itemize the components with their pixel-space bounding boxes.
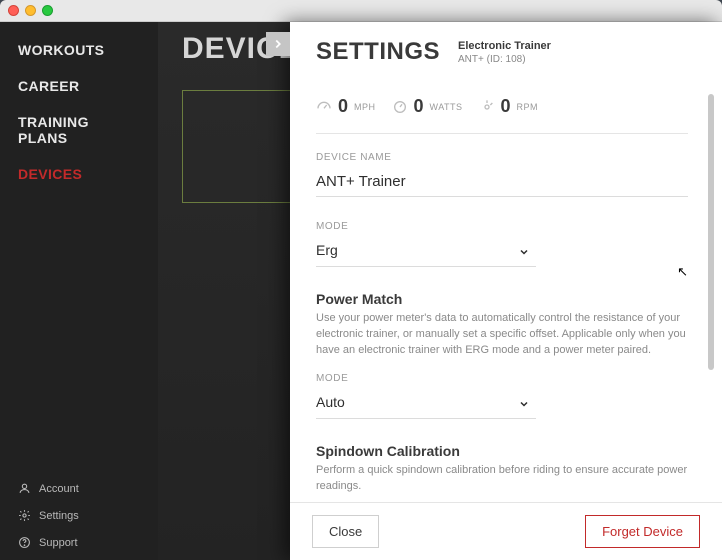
nav-career[interactable]: CAREER (0, 68, 158, 104)
user-icon (18, 482, 31, 495)
stat-value: 0 (338, 96, 348, 117)
panel-subtitle: Electronic Trainer (458, 39, 551, 54)
mode-select[interactable]: Erg (316, 236, 536, 267)
power-icon (392, 99, 408, 115)
sidebar-footer-settings[interactable]: Settings (0, 502, 158, 529)
titlebar (0, 0, 722, 22)
gear-icon (18, 509, 31, 522)
pm-mode-select-value: Auto (316, 394, 345, 410)
help-icon (18, 536, 31, 549)
sidebar-footer-account[interactable]: Account (0, 475, 158, 502)
device-name-label: DEVICE NAME (316, 152, 688, 163)
panel-footer: Close Forget Device (290, 502, 722, 560)
pm-mode-label: MODE (316, 373, 688, 384)
power-match-body: Use your power meter's data to automatic… (316, 311, 688, 359)
stat-value: 0 (414, 96, 424, 117)
sidebar-footer-support[interactable]: Support (0, 529, 158, 556)
stats-row: 0 MPH 0 WATTS 0 RPM (316, 90, 688, 134)
panel-subtitle-2: ANT+ (ID: 108) (458, 54, 551, 65)
nav-training-plans[interactable]: TRAINING PLANS (0, 104, 158, 156)
sidebar-footer-label: Account (39, 483, 79, 495)
close-button[interactable]: Close (312, 515, 379, 548)
zoom-window-icon[interactable] (42, 5, 53, 16)
stat-unit: WATTS (430, 102, 463, 112)
stat-unit: MPH (354, 102, 376, 112)
scrollbar-thumb[interactable] (708, 94, 714, 370)
chevron-down-icon (518, 398, 530, 410)
chevron-right-icon (271, 37, 285, 51)
spindown-body: Perform a quick spindown calibration bef… (316, 463, 688, 495)
mode-label: MODE (316, 221, 688, 232)
mode-select-value: Erg (316, 242, 338, 258)
device-name-input[interactable] (316, 167, 688, 197)
spindown-title: Spindown Calibration (316, 443, 688, 459)
close-window-icon[interactable] (8, 5, 19, 16)
sidebar-footer-label: Support (39, 537, 78, 549)
main-content: DEVICES ANT 0 WATTS inRide Virtual VP⚡ N… (158, 22, 722, 560)
nav-devices[interactable]: DEVICES (0, 156, 158, 192)
pm-mode-select[interactable]: Auto (316, 388, 536, 419)
stat-unit: RPM (517, 102, 539, 112)
minimize-window-icon[interactable] (25, 5, 36, 16)
speed-icon (316, 99, 332, 115)
app-window: WORKOUTS CAREER TRAINING PLANS DEVICES A… (0, 0, 722, 560)
cadence-icon (479, 99, 495, 115)
settings-panel: SETTINGS Electronic Trainer ANT+ (ID: 10… (290, 22, 722, 560)
nav-workouts[interactable]: WORKOUTS (0, 32, 158, 68)
panel-title: SETTINGS (316, 38, 440, 66)
forget-device-button[interactable]: Forget Device (585, 515, 700, 548)
chevron-down-icon (518, 246, 530, 258)
panel-collapse-button[interactable] (266, 32, 290, 56)
sidebar-footer-label: Settings (39, 510, 79, 522)
panel-scrollbar[interactable] (708, 94, 714, 500)
sidebar: WORKOUTS CAREER TRAINING PLANS DEVICES A… (0, 22, 158, 560)
stat-value: 0 (501, 96, 511, 117)
power-match-title: Power Match (316, 291, 688, 307)
